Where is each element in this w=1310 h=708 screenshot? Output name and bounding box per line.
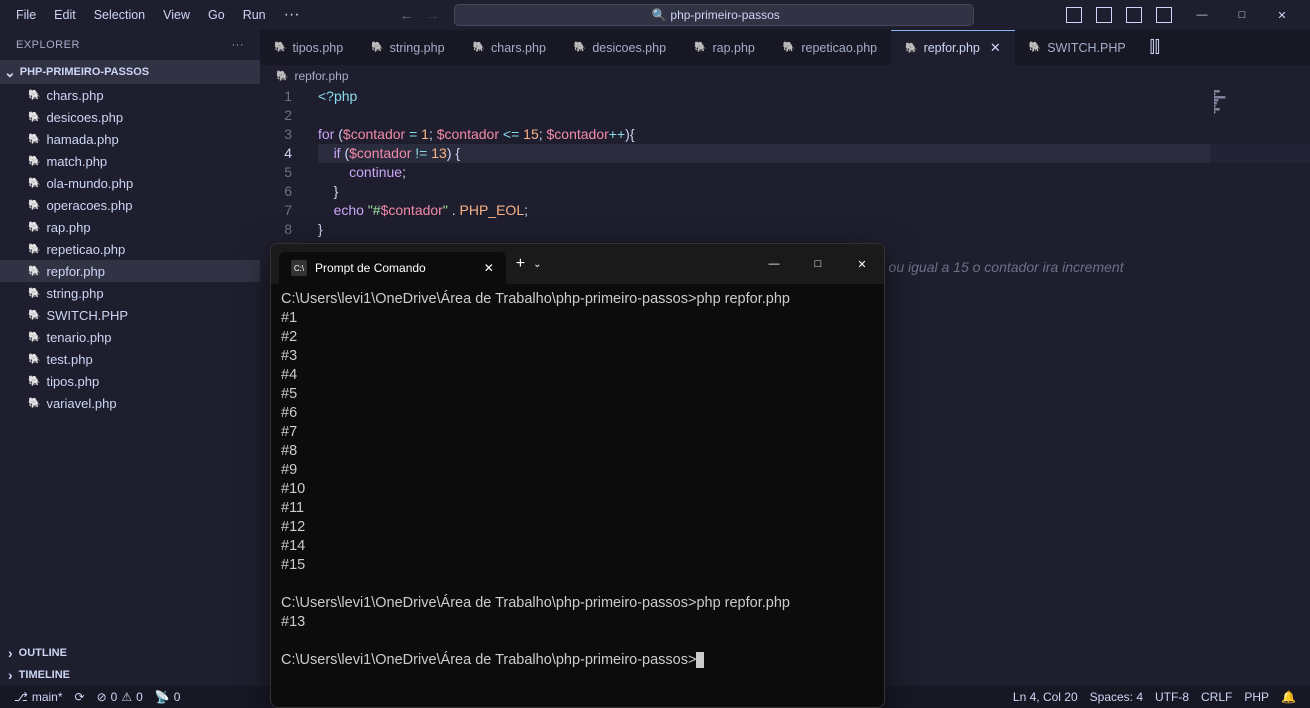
sb-lang[interactable]: PHP: [1238, 690, 1275, 704]
explorer-more[interactable]: ···: [232, 39, 245, 51]
layout-icon-1[interactable]: [1066, 7, 1082, 23]
tab-string.php[interactable]: string.php: [357, 30, 458, 65]
tab-chars.php[interactable]: chars.php: [459, 30, 560, 65]
tab-tipos.php[interactable]: tipos.php: [260, 30, 357, 65]
file-operacoes.php[interactable]: operacoes.php: [0, 194, 260, 216]
term-minimize[interactable]: —: [752, 248, 796, 280]
menu-view[interactable]: View: [155, 4, 198, 26]
sb-encoding[interactable]: UTF-8: [1149, 690, 1195, 704]
term-cursor: [696, 652, 704, 668]
branch-icon: ⎇: [14, 690, 28, 704]
sb-sync[interactable]: ⟳: [69, 690, 91, 704]
file-tenario.php[interactable]: tenario.php: [0, 326, 260, 348]
menu-file[interactable]: File: [8, 4, 44, 26]
menubar: FileEditSelectionViewGoRun ··· ← → 🔍 php…: [0, 0, 1310, 30]
layout-icon-3[interactable]: [1126, 7, 1142, 23]
tab-split[interactable]: ⫿⫿: [1140, 30, 1170, 65]
file-chars.php[interactable]: chars.php: [0, 84, 260, 106]
project-header[interactable]: PHP-PRIMEIRO-PASSOS: [0, 60, 260, 84]
error-icon: ⊘: [97, 690, 107, 704]
minimap[interactable]: ████████████████████████: [1210, 87, 1310, 686]
sync-icon: ⟳: [75, 690, 85, 704]
window-close[interactable]: ✕: [1262, 1, 1302, 29]
search-text: php-primeiro-passos: [670, 8, 779, 22]
term-tab-close[interactable]: ✕: [484, 261, 494, 275]
tab-SWITCH.PHP[interactable]: SWITCH.PHP: [1015, 30, 1140, 65]
sb-position[interactable]: Ln 4, Col 20: [1007, 690, 1084, 704]
term-titlebar[interactable]: C:\ Prompt de Comando ✕ + ⌄ — □ ✕: [271, 244, 884, 284]
file-match.php[interactable]: match.php: [0, 150, 260, 172]
file-hamada.php[interactable]: hamada.php: [0, 128, 260, 150]
sb-bell[interactable]: 🔔: [1275, 690, 1302, 704]
tabs: tipos.phpstring.phpchars.phpdesicoes.php…: [260, 30, 1310, 65]
menu-overflow[interactable]: ···: [276, 2, 308, 28]
radio-icon: 📡: [155, 690, 170, 704]
file-string.php[interactable]: string.php: [0, 282, 260, 304]
sb-ports[interactable]: 📡0: [149, 690, 187, 704]
window-maximize[interactable]: □: [1222, 1, 1262, 29]
menu-edit[interactable]: Edit: [46, 4, 84, 26]
term-content[interactable]: C:\Users\levi1\OneDrive\Área de Trabalho…: [271, 284, 884, 707]
timeline-header[interactable]: TIMELINE: [0, 664, 260, 686]
tab-close[interactable]: ✕: [990, 40, 1001, 56]
tab-repeticao.php[interactable]: repeticao.php: [769, 30, 891, 65]
term-dropdown[interactable]: ⌄: [533, 259, 541, 270]
sidebar: EXPLORER ··· PHP-PRIMEIRO-PASSOS chars.p…: [0, 30, 260, 686]
term-new-tab[interactable]: +: [516, 255, 525, 273]
tab-desicoes.php[interactable]: desicoes.php: [560, 30, 680, 65]
term-close[interactable]: ✕: [840, 248, 884, 280]
outline-header[interactable]: OUTLINE: [0, 642, 260, 664]
file-tipos.php[interactable]: tipos.php: [0, 370, 260, 392]
bell-icon: 🔔: [1281, 690, 1296, 704]
file-rap.php[interactable]: rap.php: [0, 216, 260, 238]
menu-go[interactable]: Go: [200, 4, 233, 26]
terminal-window: C:\ Prompt de Comando ✕ + ⌄ — □ ✕ C:\Use…: [270, 243, 885, 708]
menu-run[interactable]: Run: [235, 4, 274, 26]
explorer-title: EXPLORER: [16, 39, 80, 51]
file-test.php[interactable]: test.php: [0, 348, 260, 370]
term-maximize[interactable]: □: [796, 248, 840, 280]
term-tab[interactable]: C:\ Prompt de Comando ✕: [279, 252, 506, 284]
search-icon: 🔍: [651, 8, 666, 22]
cmd-icon: C:\: [291, 260, 307, 276]
file-repeticao.php[interactable]: repeticao.php: [0, 238, 260, 260]
file-desicoes.php[interactable]: desicoes.php: [0, 106, 260, 128]
nav-forward[interactable]: →: [426, 7, 440, 23]
sb-branch[interactable]: ⎇main*: [8, 690, 69, 704]
layout-icon-4[interactable]: [1156, 7, 1172, 23]
layout-icon-2[interactable]: [1096, 7, 1112, 23]
file-list: chars.phpdesicoes.phphamada.phpmatch.php…: [0, 84, 260, 642]
sb-spaces[interactable]: Spaces: 4: [1084, 690, 1149, 704]
tab-repfor.php[interactable]: repfor.php✕: [891, 30, 1015, 65]
breadcrumb[interactable]: repfor.php: [260, 65, 1310, 87]
file-SWITCH.PHP[interactable]: SWITCH.PHP: [0, 304, 260, 326]
nav-back[interactable]: ←: [400, 7, 414, 23]
warning-icon: ⚠: [121, 690, 132, 704]
command-center[interactable]: 🔍 php-primeiro-passos: [454, 4, 974, 26]
tab-rap.php[interactable]: rap.php: [680, 30, 769, 65]
menu-selection[interactable]: Selection: [86, 4, 153, 26]
file-variavel.php[interactable]: variavel.php: [0, 392, 260, 414]
file-repfor.php[interactable]: repfor.php: [0, 260, 260, 282]
file-ola-mundo.php[interactable]: ola-mundo.php: [0, 172, 260, 194]
window-minimize[interactable]: —: [1182, 1, 1222, 29]
sb-eol[interactable]: CRLF: [1195, 690, 1238, 704]
sb-errors[interactable]: ⊘0 ⚠0: [91, 690, 149, 704]
